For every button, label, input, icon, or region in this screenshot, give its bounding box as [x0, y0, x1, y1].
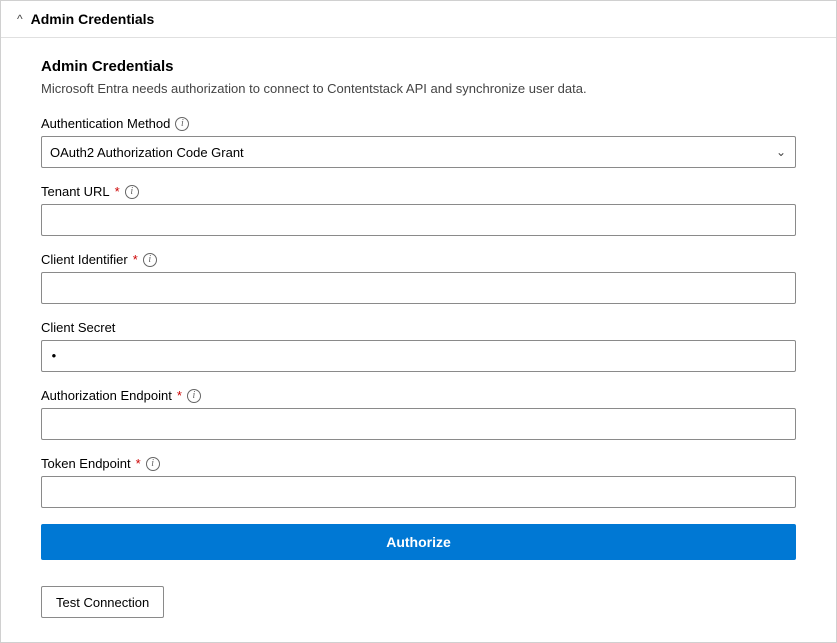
auth-method-info-icon[interactable]: i — [175, 117, 189, 131]
token-endpoint-input[interactable] — [41, 476, 796, 508]
test-connection-btn-group: Test Connection — [41, 586, 796, 618]
section-header[interactable]: ^ Admin Credentials — [1, 1, 836, 38]
chevron-up-icon: ^ — [17, 12, 23, 26]
auth-endpoint-info-icon[interactable]: i — [187, 389, 201, 403]
auth-method-group: Authentication Method i OAuth2 Authoriza… — [41, 116, 796, 168]
auth-endpoint-input[interactable] — [41, 408, 796, 440]
token-endpoint-group: Token Endpoint * i — [41, 456, 796, 508]
tenant-url-label: Tenant URL * i — [41, 184, 796, 199]
token-endpoint-label-text: Token Endpoint — [41, 456, 131, 471]
authorize-btn-group: Authorize — [41, 524, 796, 570]
tenant-url-input[interactable] — [41, 204, 796, 236]
auth-method-select[interactable]: OAuth2 Authorization Code Grant — [41, 136, 796, 168]
auth-endpoint-group: Authorization Endpoint * i — [41, 388, 796, 440]
auth-endpoint-label-text: Authorization Endpoint — [41, 388, 172, 403]
form-title: Admin Credentials — [41, 58, 796, 75]
token-endpoint-required: * — [136, 456, 141, 471]
client-secret-group: Client Secret — [41, 320, 796, 372]
client-id-info-icon[interactable]: i — [143, 253, 157, 267]
token-endpoint-label: Token Endpoint * i — [41, 456, 796, 471]
tenant-url-required: * — [115, 184, 120, 199]
client-id-label-text: Client Identifier — [41, 252, 128, 267]
auth-endpoint-required: * — [177, 388, 182, 403]
tenant-url-group: Tenant URL * i — [41, 184, 796, 236]
client-secret-input[interactable] — [41, 340, 796, 372]
section-body: Admin Credentials Microsoft Entra needs … — [1, 38, 836, 642]
client-secret-label-text: Client Secret — [41, 320, 115, 335]
client-id-label: Client Identifier * i — [41, 252, 796, 267]
auth-method-label-text: Authentication Method — [41, 116, 170, 131]
client-id-required: * — [133, 252, 138, 267]
client-secret-label: Client Secret — [41, 320, 796, 335]
token-endpoint-info-icon[interactable]: i — [146, 457, 160, 471]
test-connection-button[interactable]: Test Connection — [41, 586, 164, 618]
tenant-url-label-text: Tenant URL — [41, 184, 110, 199]
form-description: Microsoft Entra needs authorization to c… — [41, 81, 796, 96]
auth-endpoint-label: Authorization Endpoint * i — [41, 388, 796, 403]
auth-method-select-wrapper: OAuth2 Authorization Code Grant ⌄ — [41, 136, 796, 168]
client-id-group: Client Identifier * i — [41, 252, 796, 304]
authorize-button[interactable]: Authorize — [41, 524, 796, 560]
section-header-title: Admin Credentials — [31, 11, 155, 27]
auth-method-label: Authentication Method i — [41, 116, 796, 131]
admin-credentials-panel: ^ Admin Credentials Admin Credentials Mi… — [0, 0, 837, 643]
tenant-url-info-icon[interactable]: i — [125, 185, 139, 199]
client-id-input[interactable] — [41, 272, 796, 304]
